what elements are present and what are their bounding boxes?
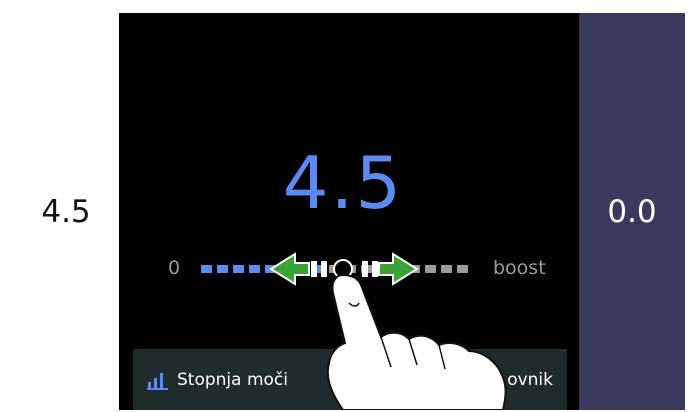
hand-gesture-icon xyxy=(326,273,507,410)
cooktop-display: 4.5 0.0 4.5 0 boost Stopnja moči ovnik xyxy=(13,13,685,410)
